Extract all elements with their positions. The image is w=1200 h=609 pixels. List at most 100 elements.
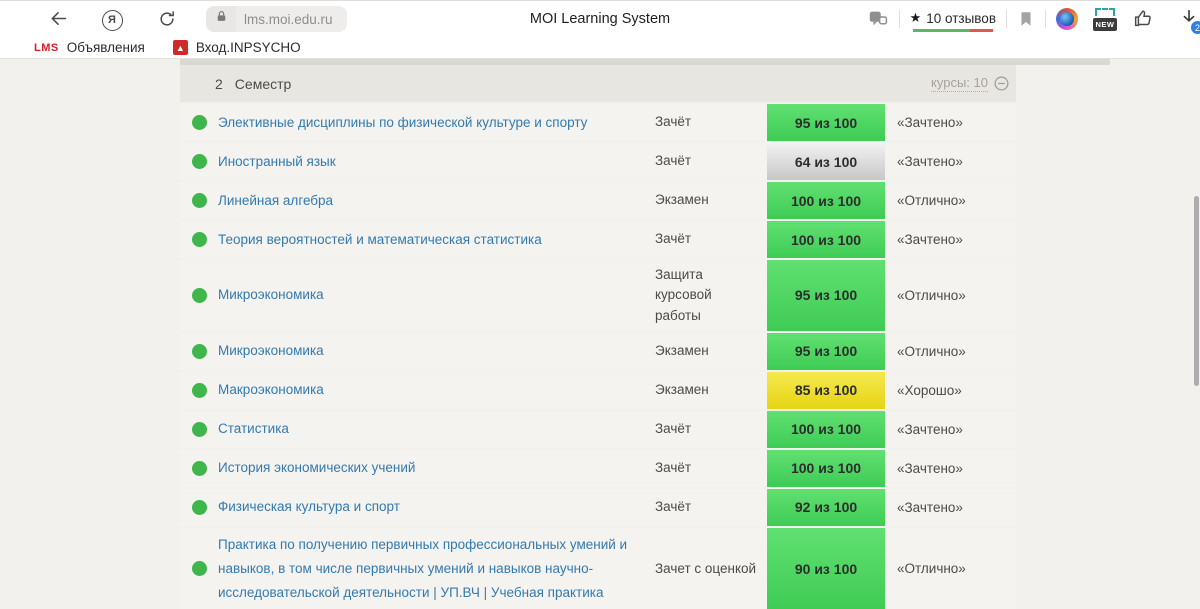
refresh-button[interactable] xyxy=(155,8,179,32)
collapse-semester-icon[interactable] xyxy=(993,75,1010,92)
bookmarks-bar: LMS Объявления ▲ Вход.INPSYCHO xyxy=(0,37,1200,59)
star-icon: ★ xyxy=(910,10,922,26)
score-badge: 95 из 100 xyxy=(767,333,885,370)
screenshot-extension-icon[interactable]: NEW xyxy=(1092,8,1118,31)
score-badge: 92 из 100 xyxy=(767,489,885,526)
downloads-count-badge: 2 xyxy=(1191,21,1200,34)
yandex-logo-icon: Я xyxy=(102,10,123,31)
status-dot-icon xyxy=(192,154,207,169)
subject-link[interactable]: Теория вероятностей и математическая ста… xyxy=(218,232,542,247)
bookmark-label: Объявления xyxy=(67,40,145,55)
exam-type: Экзамен xyxy=(655,336,767,366)
status-dot-icon xyxy=(192,288,207,303)
browser-window: Я lms.moi.edu.ru MOI Learning System xyxy=(0,0,1200,609)
score-badge: 85 из 100 xyxy=(767,372,885,409)
semester-number: 2 xyxy=(215,76,223,92)
grade-value: «Отлично» xyxy=(885,193,1016,208)
status-dot-icon xyxy=(192,461,207,476)
grade-value: «Отлично» xyxy=(885,288,1016,303)
subject-link[interactable]: Иностранный язык xyxy=(218,154,336,169)
toolbar-right-group: ★ 10 отзывов NEW xyxy=(867,1,1200,37)
exam-type: Зачет с оценкой xyxy=(655,554,767,584)
exam-type: Зачёт xyxy=(655,224,767,254)
exam-type: Зачёт xyxy=(655,414,767,444)
grade-value: «Отлично» xyxy=(885,561,1016,576)
subject-link[interactable]: Линейная алгебра xyxy=(218,193,333,208)
table-row: Практика по получению первичных професси… xyxy=(180,528,1016,609)
bookmark-flag-icon[interactable] xyxy=(1017,10,1035,28)
exam-type: Зачёт xyxy=(655,453,767,483)
subject-cell: Статистика xyxy=(218,412,655,446)
exam-type: Зачёт xyxy=(655,146,767,176)
status-cell xyxy=(180,288,218,303)
subject-link[interactable]: Микроэкономика xyxy=(218,343,324,358)
status-dot-icon xyxy=(192,193,207,208)
toolbar-divider xyxy=(1045,10,1046,28)
rating-bar xyxy=(913,29,993,32)
exam-type: Защита курсовой работы xyxy=(655,260,767,331)
toolbar-divider xyxy=(899,10,900,28)
inpsycho-favicon: ▲ xyxy=(173,40,188,55)
protect-share-icon[interactable] xyxy=(867,8,889,30)
subject-cell: Линейная алгебра xyxy=(218,184,655,218)
site-reviews-button[interactable]: ★ 10 отзывов xyxy=(910,6,996,32)
table-row: История экономических учений Зачёт100 из … xyxy=(180,450,1016,487)
subject-link[interactable]: Элективные дисциплины по физической куль… xyxy=(218,115,587,130)
status-dot-icon xyxy=(192,232,207,247)
status-dot-icon xyxy=(192,500,207,515)
score-badge: 100 из 100 xyxy=(767,450,885,487)
address-bar[interactable]: lms.moi.edu.ru xyxy=(206,6,347,32)
capture-frame-icon xyxy=(1095,8,1115,16)
back-button[interactable] xyxy=(46,8,70,32)
vertical-scrollbar-thumb[interactable] xyxy=(1194,196,1199,386)
semester-title: Семестр xyxy=(235,76,292,92)
extension-lens-icon[interactable] xyxy=(1056,8,1078,30)
status-cell xyxy=(180,500,218,515)
thumbs-extension-icon[interactable] xyxy=(1132,8,1154,30)
grade-value: «Зачтено» xyxy=(885,232,1016,247)
grade-value: «Зачтено» xyxy=(885,500,1016,515)
subject-cell: Элективные дисциплины по физической куль… xyxy=(218,106,655,140)
subject-link[interactable]: Макроэкономика xyxy=(218,382,324,397)
subject-link[interactable]: История экономических учений xyxy=(218,460,415,475)
subject-link[interactable]: Физическая культура и спорт xyxy=(218,499,400,514)
status-cell xyxy=(180,232,218,247)
subject-cell: История экономических учений xyxy=(218,451,655,485)
bookmark-item-inpsycho[interactable]: ▲ Вход.INPSYCHO xyxy=(173,40,301,55)
status-cell xyxy=(180,115,218,130)
table-row: Статистика Зачёт100 из 100«Зачтено» xyxy=(180,411,1016,448)
semester-header: 2 Семестр курсы: 10 xyxy=(180,65,1016,102)
page-content: 2 Семестр курсы: 10 Элективные дисциплин… xyxy=(0,59,1200,609)
yandex-home-button[interactable]: Я xyxy=(100,8,124,32)
status-dot-icon xyxy=(192,561,207,576)
status-dot-icon xyxy=(192,422,207,437)
score-badge: 100 из 100 xyxy=(767,411,885,448)
downloads-button[interactable]: 2 xyxy=(1178,7,1200,33)
grades-rows: Элективные дисциплины по физической куль… xyxy=(180,104,1016,609)
status-cell xyxy=(180,344,218,359)
score-badge: 95 из 100 xyxy=(767,260,885,331)
subject-cell: Теория вероятностей и математическая ста… xyxy=(218,223,655,257)
table-row: Физическая культура и спорт Зачёт92 из 10… xyxy=(180,489,1016,526)
url-text[interactable]: lms.moi.edu.ru xyxy=(236,6,347,32)
bookmark-item-announcements[interactable]: LMS Объявления xyxy=(34,40,145,55)
subject-link[interactable]: Практика по получению первичных професси… xyxy=(218,537,627,600)
subject-link[interactable]: Статистика xyxy=(218,421,289,436)
subject-link[interactable]: Микроэкономика xyxy=(218,287,324,302)
status-cell xyxy=(180,383,218,398)
grade-value: «Зачтено» xyxy=(885,115,1016,130)
score-badge: 95 из 100 xyxy=(767,104,885,141)
status-cell xyxy=(180,422,218,437)
reviews-count-label: 10 отзывов xyxy=(926,11,996,26)
subject-cell: Макроэкономика xyxy=(218,373,655,407)
exam-type: Зачёт xyxy=(655,492,767,522)
grade-value: «Зачтено» xyxy=(885,422,1016,437)
courses-count-link[interactable]: курсы: 10 xyxy=(931,75,988,92)
refresh-icon xyxy=(157,9,177,32)
grade-value: «Зачтено» xyxy=(885,154,1016,169)
lms-favicon: LMS xyxy=(34,42,59,54)
gradebook-table: 2 Семестр курсы: 10 Элективные дисциплин… xyxy=(180,65,1016,609)
ssl-lock-chip[interactable] xyxy=(206,6,236,32)
status-cell xyxy=(180,193,218,208)
status-dot-icon xyxy=(192,344,207,359)
